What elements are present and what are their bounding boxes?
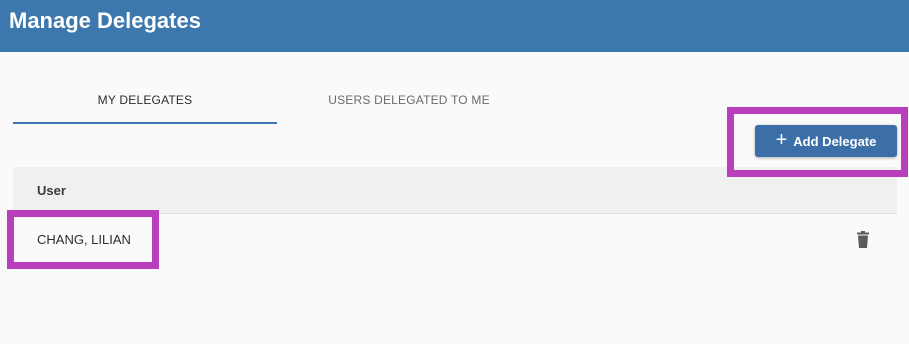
add-delegate-button[interactable]: + Add Delegate [755, 125, 897, 157]
add-delegate-label: Add Delegate [793, 133, 877, 149]
table-header: User [13, 167, 897, 214]
tab-my-delegates[interactable]: MY DELEGATES [13, 86, 277, 124]
column-header-user: User [37, 183, 66, 198]
page-header: Manage Delegates [0, 0, 909, 52]
table-row-user[interactable]: CHANG, LILIAN [37, 232, 131, 247]
active-tab-indicator [13, 122, 277, 124]
page-title: Manage Delegates [9, 8, 201, 33]
plus-icon: + [775, 129, 788, 151]
trash-icon[interactable] [856, 231, 870, 248]
tab-users-delegated-to-me[interactable]: USERS DELEGATED TO ME [277, 86, 541, 124]
